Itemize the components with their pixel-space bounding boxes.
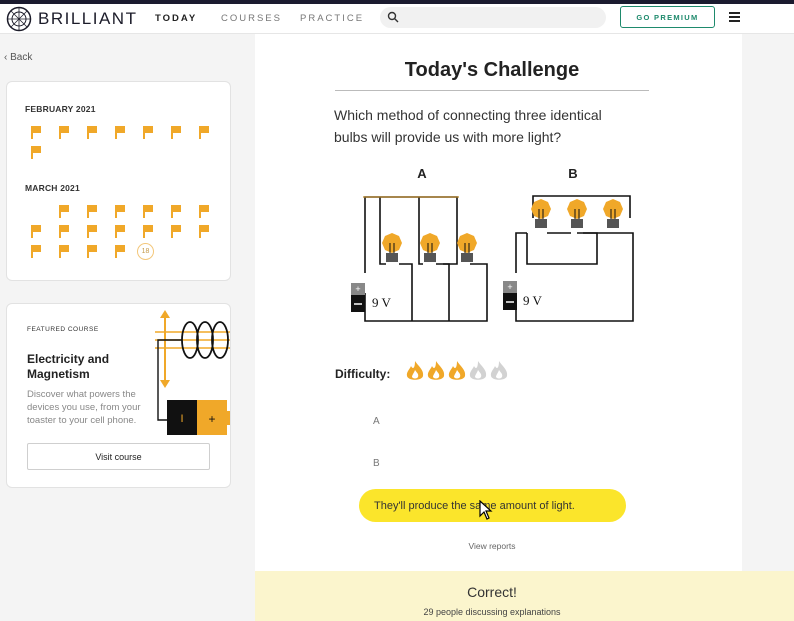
march-day-flag-icon[interactable] <box>142 225 154 238</box>
circuit-b-voltage: 9 V <box>523 293 543 308</box>
february-day-flag-icon[interactable] <box>170 126 182 139</box>
month-label-february: FEBRUARY 2021 <box>25 104 96 114</box>
february-day-flag-icon[interactable] <box>58 126 70 139</box>
march-day-flag-icon[interactable] <box>30 245 42 258</box>
search-icon <box>387 11 399 23</box>
electromagnet-illustration: I + <box>155 310 230 435</box>
nav-today[interactable]: TODAY <box>155 13 197 24</box>
march-day-flag-icon[interactable] <box>170 205 182 218</box>
march-day-flag-icon[interactable] <box>170 225 182 238</box>
featured-course-card: FEATURED COURSE Electricity and Magnetis… <box>6 303 231 488</box>
march-day-flag-icon[interactable] <box>114 225 126 238</box>
streak-calendar-card: FEBRUARY 2021 MARCH 2021 18 <box>6 81 231 281</box>
option-a[interactable]: A <box>373 416 380 427</box>
title-divider <box>335 90 649 91</box>
svg-text:+: + <box>507 282 512 292</box>
current-day-circle[interactable]: 18 <box>137 243 154 260</box>
challenge-question: Which method of connecting three identic… <box>334 107 602 145</box>
svg-text:+: + <box>355 284 360 294</box>
month-label-march: MARCH 2021 <box>25 183 80 193</box>
result-status: Correct! <box>467 584 517 600</box>
march-day-flag-icon[interactable] <box>58 225 70 238</box>
circuit-a-bulbs <box>382 233 477 262</box>
nav-courses[interactable]: COURSES <box>221 13 282 24</box>
course-title[interactable]: Electricity and Magnetism <box>27 352 127 382</box>
search-input[interactable] <box>380 7 606 28</box>
challenge-panel: Today's Challenge Which method of connec… <box>255 34 742 621</box>
go-premium-button[interactable]: GO PREMIUM <box>620 6 715 28</box>
page-title: Today's Challenge <box>404 59 580 81</box>
february-day-flag-icon[interactable] <box>86 126 98 139</box>
february-day-flag-icon[interactable] <box>142 126 154 139</box>
svg-text:+: + <box>208 412 215 426</box>
circuit-a-voltage: 9 V <box>372 295 392 310</box>
view-reports-link[interactable]: View reports <box>255 541 729 551</box>
march-day-flag-icon[interactable] <box>86 205 98 218</box>
course-description: Discover what powers the devices you use… <box>27 389 141 426</box>
discussion-count-link[interactable]: 29 people discussing explanations <box>255 607 729 617</box>
featured-course-tag: FEATURED COURSE <box>27 326 99 333</box>
brilliant-logo-icon[interactable] <box>6 6 32 32</box>
circuit-diagram: A + 9 V B + 9 V <box>351 166 634 322</box>
march-day-flag-icon[interactable] <box>198 205 210 218</box>
march-day-flag-icon[interactable] <box>30 225 42 238</box>
march-day-flag-icon[interactable] <box>58 205 70 218</box>
march-day-flag-icon[interactable] <box>142 205 154 218</box>
hamburger-menu-icon[interactable] <box>729 12 740 22</box>
february-day-flag-icon[interactable] <box>30 126 42 139</box>
march-day-flag-icon[interactable] <box>114 245 126 258</box>
february-day-flag-icon[interactable] <box>30 146 42 159</box>
march-day-flag-icon[interactable] <box>114 205 126 218</box>
circuit-b-bulbs <box>531 199 623 234</box>
back-label: Back <box>10 52 33 63</box>
brand-name[interactable]: BRILLIANT <box>38 9 137 29</box>
february-day-flag-icon[interactable] <box>114 126 126 139</box>
february-day-flag-icon[interactable] <box>198 126 210 139</box>
march-day-flag-icon[interactable] <box>86 225 98 238</box>
visit-course-button[interactable]: Visit course <box>27 443 210 470</box>
back-link[interactable]: ‹ Back <box>4 52 32 63</box>
difficulty-label: Difficulty: <box>335 367 391 381</box>
nav-practice[interactable]: PRACTICE <box>300 13 364 24</box>
svg-text:I: I <box>180 413 183 425</box>
result-banner: Correct! 29 people discussing explanatio… <box>255 571 794 621</box>
header-bar: BRILLIANT TODAY COURSES PRACTICE GO PREM… <box>0 4 794 34</box>
march-day-flag-icon[interactable] <box>58 245 70 258</box>
mouse-cursor-icon <box>479 500 493 520</box>
difficulty-flames <box>406 361 508 380</box>
circuit-a-label: A <box>417 166 427 181</box>
march-day-flag-icon[interactable] <box>86 245 98 258</box>
march-day-flag-icon[interactable] <box>198 225 210 238</box>
option-b[interactable]: B <box>373 458 380 469</box>
circuit-b-label: B <box>568 166 577 181</box>
